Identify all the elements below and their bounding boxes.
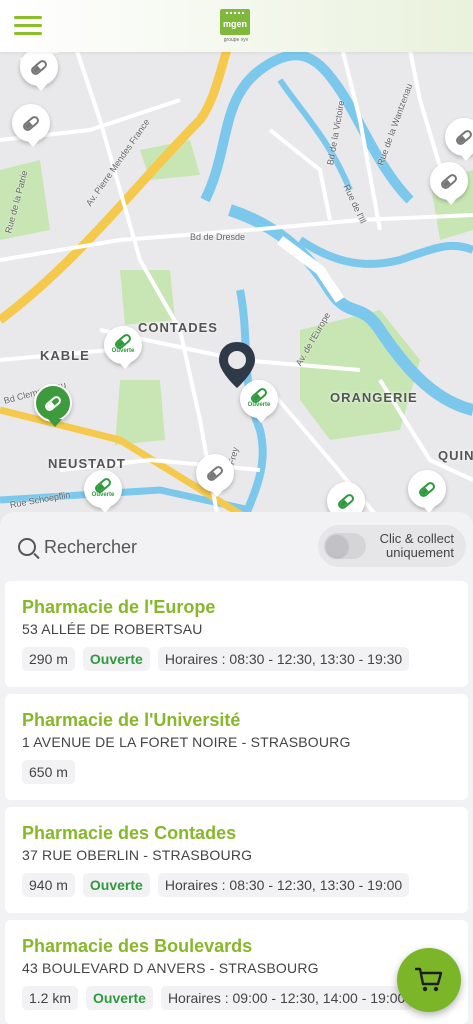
app-header: mgen groupe vyv — [0, 0, 473, 52]
hours-chip: Horaires : 08:30 - 12:30, 13:30 - 19:00 — [157, 873, 410, 897]
district-label-contades: CONTADES — [138, 320, 218, 335]
search-row: Rechercher Clic & collect uniquement — [0, 512, 473, 580]
district-label-kable: KABLE — [40, 348, 90, 363]
pill-capsule-icon — [336, 491, 356, 511]
mgen-logo: mgen groupe vyv — [220, 9, 252, 43]
pharmacy-address: 37 RUE OBERLIN - STRASBOURG — [22, 847, 253, 863]
pharmacy-map-pin-open[interactable]: Ouverte — [84, 470, 122, 514]
pill-capsule-icon — [454, 127, 473, 147]
click-collect-toggle[interactable] — [324, 533, 366, 559]
hours-chip: Horaires : 08:30 - 12:30, 13:30 - 19:30 — [157, 647, 410, 671]
pharmacy-map-pin[interactable] — [20, 48, 58, 92]
pharmacy-map-pin[interactable] — [430, 162, 468, 206]
pill-capsule-icon — [417, 479, 437, 499]
pharmacy-address: 43 BOULEVARD D ANVERS - STRASBOURG — [22, 960, 319, 976]
pharmacy-name: Pharmacie des Contades — [22, 823, 237, 843]
search-placeholder: Rechercher — [44, 536, 138, 557]
click-collect-filter[interactable]: Clic & collect uniquement — [318, 525, 466, 567]
open-label: Ouverte — [247, 401, 271, 408]
hamburger-menu-icon[interactable] — [14, 16, 42, 36]
pharmacy-card[interactable]: Pharmacie de l'Université 1 AVENUE DE LA… — [5, 694, 468, 800]
pharmacy-name: Pharmacie de l'Université — [22, 710, 241, 730]
pharmacy-name: Pharmacie de l'Europe — [22, 597, 216, 617]
pill-capsule-icon — [43, 393, 63, 413]
district-label-orangerie: ORANGERIE — [330, 390, 418, 405]
district-label-quin: QUIN — [438, 448, 473, 463]
pharmacy-map-pin[interactable] — [445, 118, 473, 162]
pharmacy-card[interactable]: Pharmacie des Contades 37 RUE OBERLIN - … — [5, 807, 468, 913]
open-label: Ouverte — [111, 347, 135, 354]
pharmacy-card[interactable]: Pharmacie de l'Europe 53 ALLÉE DE ROBERT… — [5, 581, 468, 687]
pharmacy-map-pin[interactable] — [196, 454, 234, 498]
pharmacy-map-pin-open[interactable]: Ouverte — [104, 326, 142, 370]
open-label: Ouverte — [91, 491, 115, 498]
hours-chip: Horaires : 09:00 - 12:30, 14:00 - 19:00 — [160, 986, 413, 1010]
distance-chip: 940 m — [22, 873, 75, 897]
pharmacy-address: 1 AVENUE DE LA FORET NOIRE - STRASBOURG — [22, 734, 351, 750]
pharmacy-map-pin[interactable] — [12, 104, 50, 148]
map-view[interactable]: CONTADES KABLE ORANGERIE NEUSTADT QUIN A… — [0, 0, 473, 530]
search-icon — [18, 538, 36, 556]
click-collect-label: Clic & collect uniquement — [379, 531, 454, 560]
status-chip: Ouverte — [86, 986, 153, 1010]
status-chip: Ouverte — [82, 647, 150, 671]
cart-button[interactable] — [397, 948, 461, 1012]
pill-capsule-icon — [205, 463, 225, 483]
pharmacy-name: Pharmacie des Boulevards — [22, 936, 253, 956]
street-label: Bd de Dresde — [190, 232, 246, 242]
pill-capsule-icon — [439, 171, 459, 191]
distance-chip: 1.2 km — [22, 986, 79, 1010]
distance-chip: 290 m — [22, 647, 75, 671]
pharmacy-map-pin-selected[interactable] — [34, 384, 72, 428]
pharmacy-address: 53 ALLÉE DE ROBERTSAU — [22, 621, 203, 637]
district-label-neustadt: NEUSTADT — [48, 456, 126, 471]
pill-capsule-icon — [29, 57, 49, 77]
distance-chip: 650 m — [22, 760, 75, 784]
location-pin-icon — [216, 340, 258, 390]
shopping-cart-icon — [415, 967, 443, 992]
pill-capsule-icon — [21, 113, 41, 133]
search-input[interactable]: Rechercher — [18, 534, 137, 560]
pharmacy-list-sheet: Rechercher Clic & collect uniquement Pha… — [0, 512, 473, 1024]
pharmacy-map-pin-open[interactable] — [408, 470, 446, 514]
status-chip: Ouverte — [82, 873, 150, 897]
